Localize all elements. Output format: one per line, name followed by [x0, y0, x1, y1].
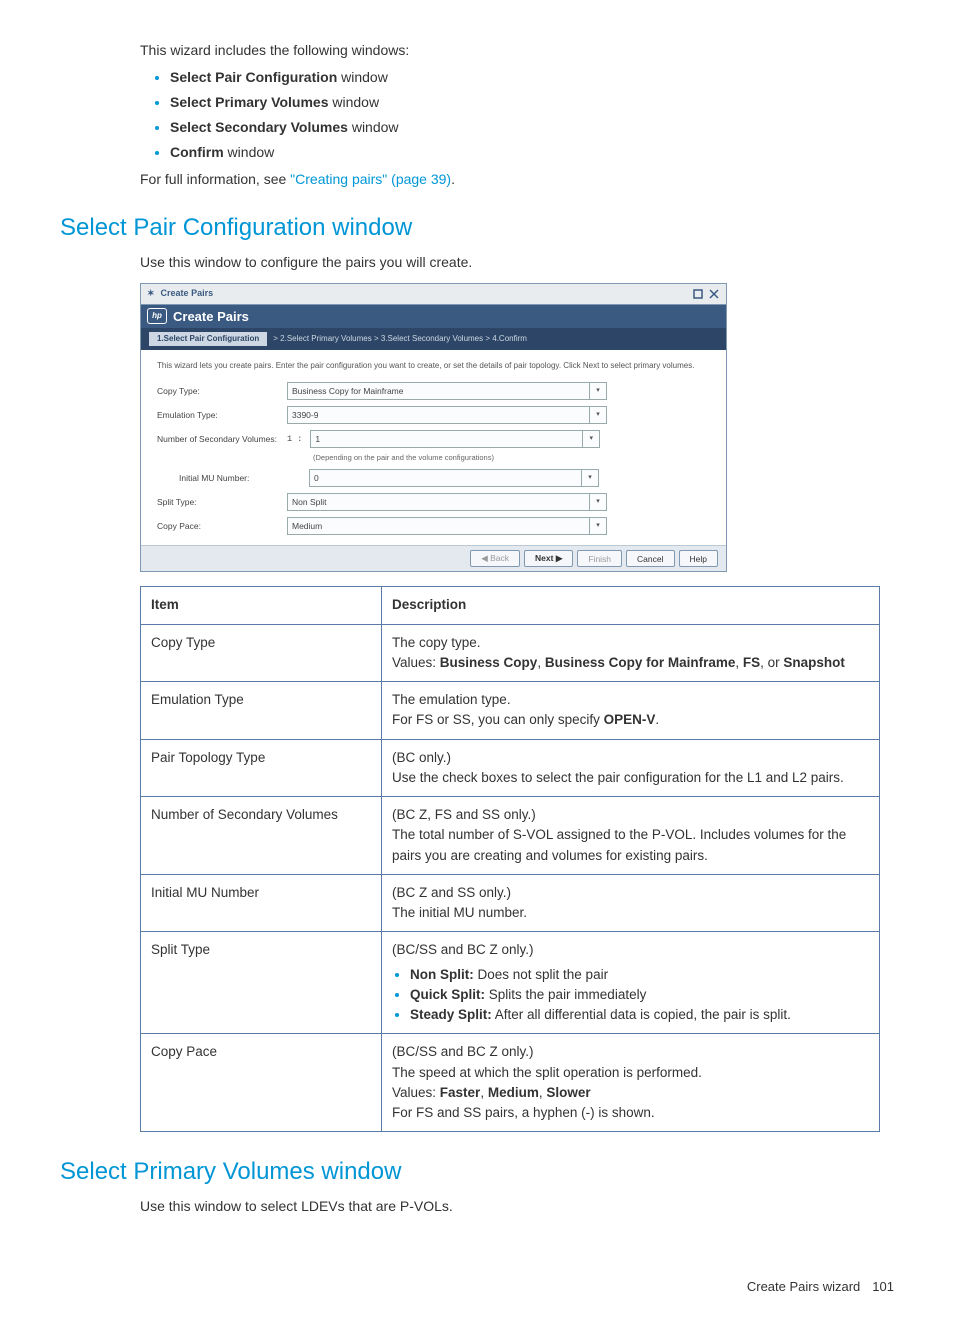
num-secondary-hint: (Depending on the pair and the volume co… [313, 452, 494, 463]
help-button[interactable]: Help [679, 550, 718, 567]
wizard-title: Create Pairs [161, 287, 214, 301]
emulation-type-select[interactable]: 3390-9 [287, 406, 607, 424]
full-info-line: For full information, see "Creating pair… [140, 169, 894, 190]
num-secondary-select[interactable]: 1 [310, 430, 600, 448]
page-footer: Create Pairs wizard 101 [60, 1277, 894, 1297]
intro-line: This wizard includes the following windo… [140, 40, 894, 61]
table-row: Copy Type The copy type. Values: Busines… [141, 624, 880, 682]
split-type-label: Split Type: [157, 496, 287, 509]
table-row: Split Type (BC/SS and BC Z only.) Non Sp… [141, 932, 880, 1034]
copy-pace-label: Copy Pace: [157, 520, 287, 533]
creating-pairs-link[interactable]: "Creating pairs" (page 39) [290, 171, 451, 187]
emulation-type-label: Emulation Type: [157, 409, 287, 422]
chevron-down-icon [589, 494, 606, 510]
th-desc: Description [382, 587, 880, 624]
back-button[interactable]: ◀ Back [470, 550, 520, 567]
copy-type-select[interactable]: Business Copy for Mainframe [287, 382, 607, 400]
pin-icon [147, 287, 155, 301]
reference-table: Item Description Copy Type The copy type… [140, 586, 880, 1132]
wizard-brandbar: hp Create Pairs [141, 305, 726, 329]
table-row: Pair Topology Type (BC only.) Use the ch… [141, 739, 880, 797]
maximize-icon[interactable] [692, 288, 704, 300]
table-row: Copy Pace (BC/SS and BC Z only.) The spe… [141, 1034, 880, 1132]
step-trail: > 2.Select Primary Volumes > 3.Select Se… [273, 333, 527, 345]
chevron-down-icon [589, 407, 606, 423]
close-icon[interactable] [708, 288, 720, 300]
cancel-button[interactable]: Cancel [626, 550, 674, 567]
initial-mu-select[interactable]: 0 [309, 469, 599, 487]
list-item: Select Primary Volumes window [170, 92, 894, 113]
copy-pace-select[interactable]: Medium [287, 517, 607, 535]
chevron-down-icon [581, 470, 598, 486]
num-secondary-prefix: 1 : [287, 433, 302, 446]
list-item: Confirm window [170, 142, 894, 163]
wizard-description: This wizard lets you create pairs. Enter… [157, 360, 710, 372]
section-heading-pair-config: Select Pair Configuration window [60, 210, 894, 246]
section-desc: Use this window to configure the pairs y… [140, 252, 894, 273]
num-secondary-label: Number of Secondary Volumes: [157, 433, 287, 446]
chevron-down-icon [589, 518, 606, 534]
chevron-down-icon [589, 383, 606, 399]
section-heading-primary-volumes: Select Primary Volumes window [60, 1154, 894, 1190]
hp-logo-icon: hp [147, 308, 167, 324]
section-desc: Use this window to select LDEVs that are… [140, 1196, 894, 1217]
create-pairs-wizard: Create Pairs hp Create Pairs 1.Select Pa… [140, 283, 727, 572]
table-row: Initial MU Number (BC Z and SS only.) Th… [141, 874, 880, 932]
th-item: Item [141, 587, 382, 624]
intro-bullets: Select Pair Configuration window Select … [140, 67, 894, 163]
finish-button[interactable]: Finish [577, 550, 622, 567]
table-row: Number of Secondary Volumes (BC Z, FS an… [141, 797, 880, 875]
list-item: Select Secondary Volumes window [170, 117, 894, 138]
list-item: Select Pair Configuration window [170, 67, 894, 88]
initial-mu-label: Initial MU Number: [157, 472, 309, 485]
wizard-titlebar: Create Pairs [141, 284, 726, 305]
copy-type-label: Copy Type: [157, 385, 287, 398]
wizard-steps: 1.Select Pair Configuration > 2.Select P… [141, 328, 726, 350]
wizard-footer: ◀ Back Next ▶ Finish Cancel Help [141, 545, 726, 571]
table-row: Emulation Type The emulation type. For F… [141, 682, 880, 740]
next-button[interactable]: Next ▶ [524, 550, 573, 567]
chevron-down-icon [582, 431, 599, 447]
split-type-select[interactable]: Non Split [287, 493, 607, 511]
page-number: 101 [872, 1277, 894, 1297]
step-active: 1.Select Pair Configuration [149, 332, 267, 346]
